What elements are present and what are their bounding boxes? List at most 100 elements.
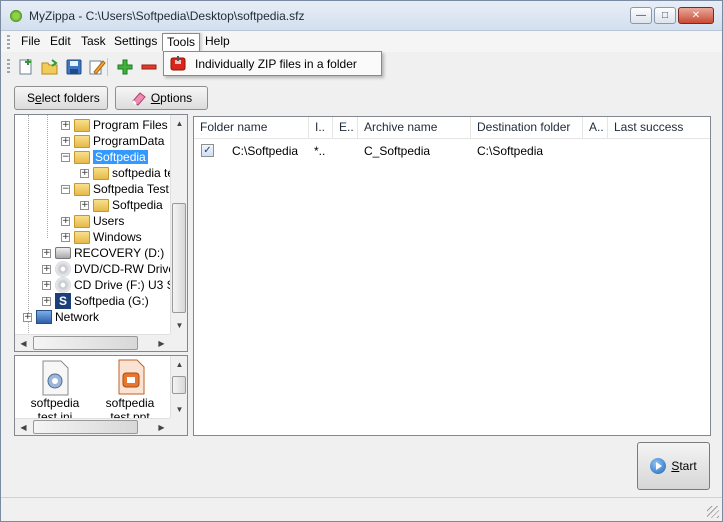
tree-item[interactable]: + softpedia te — [80, 165, 174, 181]
tools-dropdown-menu: Individually ZIP files in a folder — [163, 51, 382, 76]
scroll-right-icon[interactable]: ▶ — [153, 419, 170, 435]
edit-icon[interactable] — [88, 58, 106, 76]
menu-tools[interactable]: Tools — [162, 33, 201, 51]
toolbar-grip[interactable] — [7, 59, 10, 75]
scroll-up-icon[interactable]: ▲ — [171, 356, 187, 373]
scroll-thumb[interactable] — [172, 376, 186, 394]
folder-icon — [74, 134, 90, 148]
folder-icon — [74, 214, 90, 228]
tree-vertical-scrollbar[interactable]: ▲ ▼ — [170, 115, 187, 334]
window-title: MyZippa - C:\Users\Softpedia\Desktop\sof… — [29, 9, 305, 23]
cell-folder-name: C:\Softpedia — [232, 144, 299, 158]
new-icon[interactable] — [17, 58, 35, 76]
window-controls: — □ ✕ — [630, 7, 714, 24]
scroll-left-icon[interactable]: ◀ — [15, 335, 32, 351]
options-button[interactable]: Options — [115, 86, 208, 110]
scroll-thumb[interactable] — [172, 203, 186, 313]
files-horizontal-scrollbar[interactable]: ◀ ▶ — [15, 418, 170, 435]
dvd-drive-icon — [55, 261, 71, 277]
scroll-thumb[interactable] — [33, 420, 138, 434]
column-archive-name[interactable]: Archive name — [358, 117, 471, 139]
cd-drive-icon — [55, 277, 71, 293]
status-bar — [1, 497, 722, 521]
folder-tree[interactable]: + Program Files + ProgramData − Softpedia +… — [14, 114, 188, 352]
expand-icon[interactable]: + — [42, 296, 51, 306]
tree-item[interactable]: + CD Drive (F:) U3 Sy — [42, 277, 181, 293]
column-folder-name[interactable]: Folder name — [194, 117, 309, 139]
select-folders-label: Select folders — [27, 91, 100, 105]
scroll-right-icon[interactable]: ▶ — [153, 335, 170, 351]
scroll-down-icon[interactable]: ▼ — [171, 317, 187, 334]
tree-item[interactable]: + Windows — [61, 229, 142, 245]
select-folders-button[interactable]: Select folders — [14, 86, 108, 110]
open-icon[interactable] — [41, 58, 59, 76]
minimize-button[interactable]: — — [630, 7, 652, 24]
column-exclude[interactable]: E.. — [333, 117, 358, 139]
play-icon — [650, 458, 667, 474]
remove-icon[interactable] — [140, 58, 158, 76]
expand-icon[interactable]: + — [23, 312, 32, 322]
tree-item[interactable]: + DVD/CD-RW Drive ( — [42, 261, 182, 277]
row-checkbox[interactable]: ✓ — [201, 144, 214, 157]
cell-destination: C:\Softpedia — [477, 144, 544, 158]
ini-file-icon — [42, 360, 69, 396]
title-bar[interactable]: MyZippa - C:\Users\Softpedia\Desktop\sof… — [1, 1, 722, 31]
folder-icon — [74, 230, 90, 244]
menuitem-individually-zip[interactable]: Individually ZIP files in a folder — [166, 54, 379, 73]
folder-icon — [93, 166, 109, 180]
menu-settings[interactable]: Settings — [110, 33, 161, 51]
expand-icon[interactable]: + — [42, 248, 51, 258]
file-list[interactable]: softpedia test.ini softpedia test.ppt ▲ ▼ … — [14, 355, 188, 436]
expand-icon[interactable]: + — [42, 264, 51, 274]
network-icon — [36, 310, 52, 324]
close-button[interactable]: ✕ — [678, 7, 714, 24]
collapse-icon[interactable]: − — [61, 152, 70, 162]
expand-icon[interactable]: + — [61, 232, 70, 242]
column-destination-folder[interactable]: Destination folder — [471, 117, 583, 139]
tree-item[interactable]: + S Softpedia (G:) — [42, 293, 149, 309]
expand-icon[interactable]: + — [61, 136, 70, 146]
scroll-thumb[interactable] — [33, 336, 138, 350]
scroll-down-icon[interactable]: ▼ — [171, 401, 187, 418]
maximize-button[interactable]: □ — [654, 7, 676, 24]
eraser-icon — [132, 92, 146, 106]
app-window: MyZippa - C:\Users\Softpedia\Desktop\sof… — [0, 0, 723, 522]
column-a[interactable]: A.. — [583, 117, 608, 139]
menu-bar: File Edit Task Settings Tools Help — [1, 31, 722, 52]
tree-horizontal-scrollbar[interactable]: ◀ ▶ — [15, 334, 170, 351]
folder-icon — [74, 150, 90, 164]
menu-grip[interactable] — [7, 35, 10, 49]
column-last-success[interactable]: Last success — [608, 117, 710, 139]
tree-item[interactable]: + RECOVERY (D:) — [42, 245, 164, 261]
tree-item[interactable]: + Network — [23, 309, 99, 325]
menu-file[interactable]: File — [17, 33, 44, 51]
tree-item[interactable]: + Users — [61, 213, 124, 229]
collapse-icon[interactable]: − — [61, 184, 70, 194]
cell-include: *.. — [314, 144, 326, 158]
zip-icon — [170, 56, 186, 71]
tree-item[interactable]: + ProgramData — [61, 133, 164, 149]
tree-item[interactable]: + Softpedia — [80, 197, 163, 213]
task-list-view[interactable]: Folder name I.. E.. Archive name Destina… — [193, 116, 711, 436]
menu-task[interactable]: Task — [77, 33, 110, 51]
folder-icon — [74, 182, 90, 196]
tree-item[interactable]: − Softpedia Test — [61, 181, 169, 197]
expand-icon[interactable]: + — [80, 168, 89, 178]
save-icon[interactable] — [65, 58, 83, 76]
softpedia-drive-icon: S — [55, 293, 71, 309]
files-vertical-scrollbar[interactable]: ▲ ▼ — [170, 356, 187, 418]
expand-icon[interactable]: + — [42, 280, 51, 290]
menu-edit[interactable]: Edit — [46, 33, 75, 51]
start-button[interactable]: Start — [637, 442, 710, 490]
tree-item[interactable]: + Program Files — [61, 117, 168, 133]
scroll-left-icon[interactable]: ◀ — [15, 419, 32, 435]
expand-icon[interactable]: + — [61, 120, 70, 130]
expand-icon[interactable]: + — [61, 216, 70, 226]
column-include[interactable]: I.. — [309, 117, 333, 139]
tree-item-selected[interactable]: − Softpedia — [61, 149, 148, 165]
add-icon[interactable] — [116, 58, 134, 76]
scroll-up-icon[interactable]: ▲ — [171, 115, 187, 132]
menu-help[interactable]: Help — [201, 33, 234, 51]
expand-icon[interactable]: + — [80, 200, 89, 210]
resize-grip-icon[interactable] — [707, 506, 719, 518]
